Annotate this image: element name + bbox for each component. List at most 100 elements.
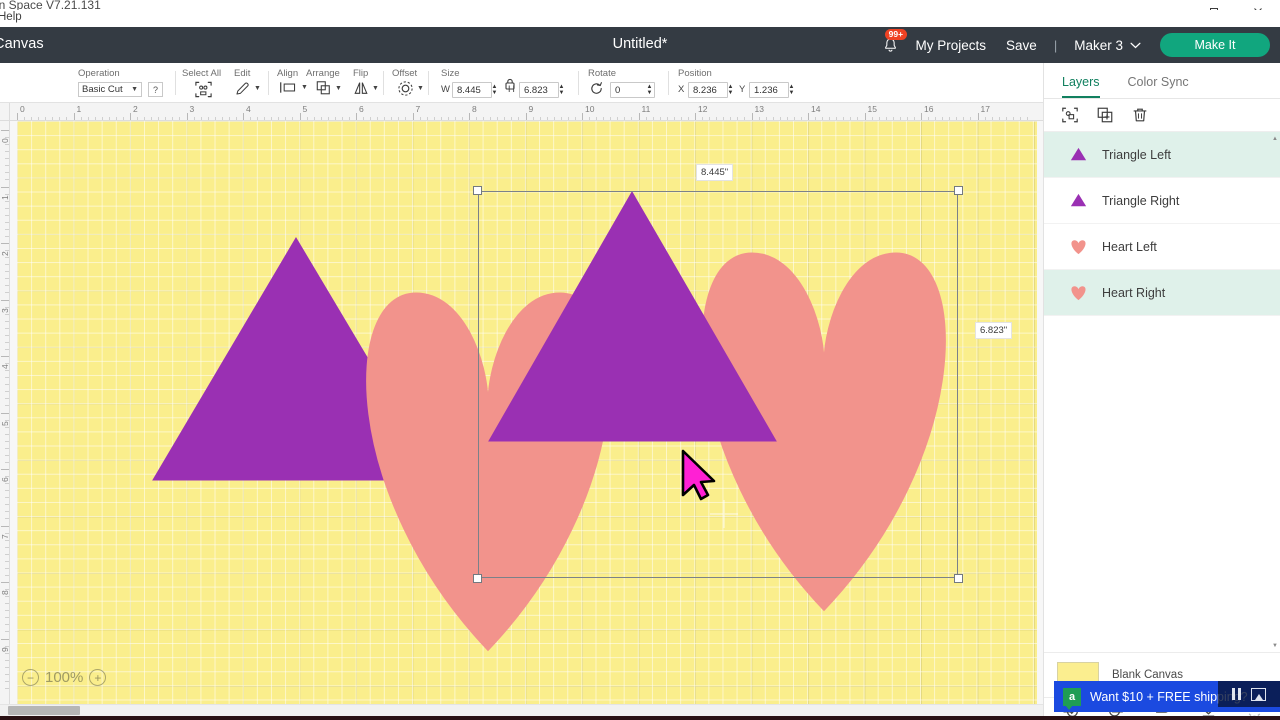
- panel-scroll-down-arrow-icon[interactable]: ▼: [1271, 642, 1279, 650]
- pos-y-input[interactable]: 1.236: [749, 82, 789, 98]
- ruler-minor-tick: [5, 158, 9, 159]
- selection-height-chip: 6.823": [975, 322, 1012, 339]
- layer-row[interactable]: Heart Left: [1044, 224, 1280, 270]
- height-stepper[interactable]: ▲▼: [556, 82, 567, 98]
- ruler-minor-tick: [5, 137, 9, 138]
- machine-selector[interactable]: Maker 3: [1064, 38, 1145, 53]
- edit-button[interactable]: ▼: [234, 80, 261, 97]
- panel-scrollbar[interactable]: ▲ ▼: [1271, 135, 1279, 650]
- ruler-minor-tick: [5, 377, 9, 378]
- ruler-tick: [1, 243, 9, 244]
- ruler-minor-tick: [5, 434, 9, 435]
- window-title-bar: gn Space V7.21.131 Help: [0, 0, 1280, 27]
- ruler-minor-tick: [5, 278, 9, 279]
- ruler-tick-label: 1: [77, 104, 82, 114]
- ruler-tick: [752, 113, 753, 121]
- offset-button[interactable]: ▼: [397, 80, 424, 97]
- ruler-minor-tick: [5, 568, 9, 569]
- ruler-tick: [469, 113, 470, 121]
- ruler-minor-tick: [5, 688, 9, 689]
- image-icon[interactable]: [1251, 688, 1266, 701]
- group-icon[interactable]: [1061, 106, 1079, 124]
- layer-row[interactable]: Triangle Right: [1044, 178, 1280, 224]
- ruler-tick-label: 4: [246, 104, 251, 114]
- ruler-tick: [1, 187, 9, 188]
- ruler-tick: [300, 113, 301, 121]
- pos-y-stepper[interactable]: ▲▼: [786, 82, 797, 98]
- zoom-in-button[interactable]: +: [89, 669, 106, 686]
- pos-x-stepper[interactable]: ▲▼: [725, 82, 736, 98]
- design-canvas[interactable]: 8.445" 6.823" − 100% +: [10, 121, 1043, 704]
- canvas-horizontal-scrollbar[interactable]: [0, 704, 1043, 716]
- ruler-corner: [0, 103, 10, 121]
- ruler-minor-tick: [5, 194, 9, 195]
- ruler-minor-tick: [5, 208, 9, 209]
- selection-handle-top-right[interactable]: [954, 186, 963, 195]
- rotate-reset-button[interactable]: [589, 81, 604, 96]
- ruler-minor-tick: [5, 151, 9, 152]
- promo-controls: [1218, 681, 1280, 707]
- ruler-minor-tick: [5, 476, 9, 477]
- heart-icon: [1068, 236, 1089, 257]
- delete-icon[interactable]: [1131, 106, 1149, 124]
- selection-handle-top-left[interactable]: [473, 186, 482, 195]
- offset-label: Offset: [392, 68, 417, 79]
- height-label: H: [508, 84, 515, 95]
- height-input[interactable]: 6.823: [519, 82, 559, 98]
- horizontal-scroll-thumb[interactable]: [8, 706, 80, 715]
- zoom-out-button[interactable]: −: [22, 669, 39, 686]
- width-input[interactable]: 8.445: [452, 82, 492, 98]
- ruler-minor-tick: [5, 264, 9, 265]
- size-label: Size: [441, 68, 459, 79]
- ruler-minor-tick: [5, 398, 9, 399]
- align-button[interactable]: ▼: [279, 80, 308, 95]
- ruler-minor-tick: [5, 427, 9, 428]
- promo-banner[interactable]: a Want $10 + FREE shipping?: [1054, 681, 1280, 712]
- make-it-button[interactable]: Make It: [1160, 33, 1270, 57]
- tab-layers[interactable]: Layers: [1062, 75, 1100, 98]
- layer-row[interactable]: Triangle Left: [1044, 132, 1280, 178]
- flip-button[interactable]: ▼: [353, 80, 379, 96]
- ruler-minor-tick: [5, 455, 9, 456]
- ruler-minor-tick: [5, 307, 9, 308]
- operation-help-button[interactable]: ?: [148, 82, 163, 97]
- toolbar-divider: [428, 71, 429, 95]
- my-projects-link[interactable]: My Projects: [906, 38, 997, 53]
- ruler-tick-label: 4: [0, 364, 10, 369]
- toolbar-divider: [578, 71, 579, 95]
- select-all-icon: [194, 80, 213, 99]
- select-all-button[interactable]: [194, 80, 213, 99]
- ruler-tick: [808, 113, 809, 121]
- layer-row[interactable]: Heart Right: [1044, 270, 1280, 316]
- chevron-down-icon: ▼: [417, 85, 424, 92]
- position-label: Position: [678, 68, 712, 79]
- chevron-down-icon: [1130, 42, 1141, 49]
- ruler-tick-label: 12: [698, 104, 707, 114]
- operation-dropdown[interactable]: Basic Cut ▼: [78, 82, 142, 97]
- ruler-tick: [1, 413, 9, 414]
- ruler-minor-tick: [5, 554, 9, 555]
- ruler-tick: [413, 113, 414, 121]
- arrange-button[interactable]: ▼: [315, 80, 342, 96]
- rotate-stepper[interactable]: ▲▼: [644, 82, 655, 98]
- selection-handle-bottom-left[interactable]: [473, 574, 482, 583]
- ruler-minor-tick: [5, 646, 9, 647]
- notifications-button[interactable]: 99+: [876, 27, 906, 63]
- duplicate-icon[interactable]: [1096, 106, 1114, 124]
- save-button[interactable]: Save: [996, 38, 1047, 53]
- ruler-tick-label: 9: [529, 104, 534, 114]
- menu-item-help[interactable]: Help: [0, 11, 22, 23]
- ruler-minor-tick: [5, 342, 9, 343]
- pause-icon[interactable]: [1232, 688, 1242, 700]
- ruler-minor-tick: [5, 462, 9, 463]
- ruler-tick: [978, 113, 979, 121]
- layer-name: Heart Right: [1102, 286, 1165, 300]
- pos-x-input[interactable]: 8.236: [688, 82, 728, 98]
- ruler-tick-label: 5: [303, 104, 308, 114]
- zoom-control: − 100% +: [22, 669, 106, 686]
- selection-handle-bottom-right[interactable]: [954, 574, 963, 583]
- tab-color-sync[interactable]: Color Sync: [1128, 75, 1189, 98]
- width-stepper[interactable]: ▲▼: [489, 82, 500, 98]
- ruler-minor-tick: [5, 229, 9, 230]
- panel-scroll-up-arrow-icon[interactable]: ▲: [1271, 135, 1279, 143]
